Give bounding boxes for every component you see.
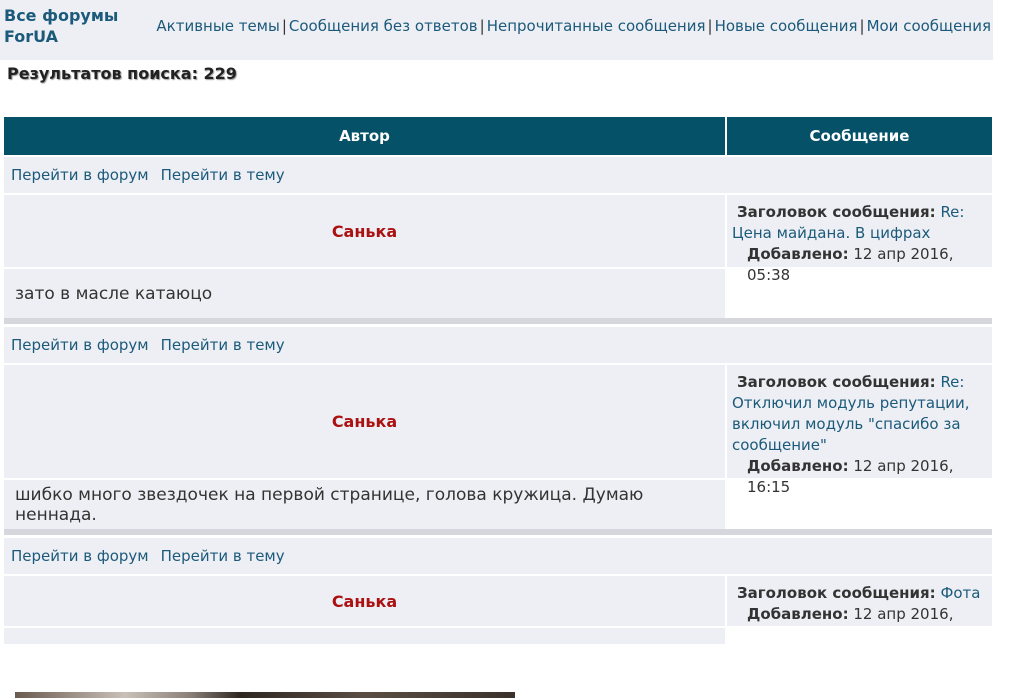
- go-to-forum-link[interactable]: Перейти в форум: [11, 166, 149, 184]
- nav-separator: |: [479, 17, 485, 35]
- post-meta-cell: Заголовок сообщения: Re: Цена майдана. В…: [727, 195, 992, 284]
- go-to-topic-link[interactable]: Перейти в тему: [161, 547, 285, 565]
- post-text: зато в масле катаюцо: [15, 283, 213, 304]
- search-result-post: Перейти в форум Перейти в тему Санька Заг…: [4, 157, 992, 324]
- go-to-topic-link[interactable]: Перейти в тему: [161, 336, 285, 354]
- nav-separator: |: [281, 17, 287, 35]
- post-date-line: Добавлено: 12 апр 2016, 16:15: [727, 456, 992, 498]
- post-body: [4, 628, 725, 698]
- column-header-author: Автор: [4, 117, 725, 155]
- added-label: Добавлено:: [747, 245, 849, 263]
- author-name[interactable]: Санька: [332, 412, 397, 431]
- post-separator: [4, 318, 992, 324]
- all-forums-link[interactable]: Все форумы ForUA: [4, 5, 144, 47]
- nav-active-topics[interactable]: Активные темы: [156, 17, 279, 35]
- post-body-side: [727, 628, 992, 644]
- subject-label: Заголовок сообщения:: [737, 373, 936, 391]
- column-header-message: Сообщение: [727, 117, 992, 155]
- author-cell: Санька: [4, 195, 725, 267]
- post-subject-link[interactable]: Фота: [940, 584, 980, 602]
- go-to-topic-link[interactable]: Перейти в тему: [161, 166, 285, 184]
- post-nav-row: Перейти в форум Перейти в тему: [4, 327, 992, 363]
- subject-label: Заголовок сообщения:: [737, 203, 936, 221]
- post-body: шибко много звездочек на первой странице…: [4, 480, 725, 529]
- nav-new-posts[interactable]: Новые сообщения: [715, 17, 858, 35]
- post-text: шибко много звездочек на первой странице…: [15, 484, 644, 525]
- post-date-line: Добавлено: 12 апр 2016, 05:38: [727, 244, 992, 286]
- added-label: Добавлено:: [747, 457, 849, 475]
- author-cell: Санька: [4, 576, 725, 626]
- nav-unanswered-posts[interactable]: Сообщения без ответов: [289, 17, 478, 35]
- added-label: Добавлено:: [747, 605, 849, 623]
- post-meta-cell: Заголовок сообщения: Re: Отключил модуль…: [727, 365, 992, 496]
- nav-unread-posts[interactable]: Непрочитанные сообщения: [487, 17, 706, 35]
- go-to-forum-link[interactable]: Перейти в форум: [11, 547, 149, 565]
- post-nav-row: Перейти в форум Перейти в тему: [4, 538, 992, 574]
- nav-my-posts[interactable]: Мои сообщения: [867, 17, 991, 35]
- post-nav-row: Перейти в форум Перейти в тему: [4, 157, 992, 193]
- author-cell: Санька: [4, 365, 725, 478]
- search-result-post: Перейти в форум Перейти в тему Санька Заг…: [4, 327, 992, 537]
- top-nav: Активные темы | Сообщения без ответов | Непр…: [156, 16, 991, 36]
- post-subject-line: Заголовок сообщения: Фота: [727, 576, 992, 604]
- top-bar: Все форумы ForUA Активные темы | Сообщения…: [0, 0, 993, 60]
- search-results-count: Результатов поиска: 229: [7, 64, 237, 83]
- author-name[interactable]: Санька: [332, 592, 397, 611]
- nav-separator: |: [707, 17, 713, 35]
- go-to-forum-link[interactable]: Перейти в форум: [11, 336, 149, 354]
- subject-label: Заголовок сообщения:: [737, 584, 936, 602]
- post-separator: [4, 529, 992, 535]
- author-name[interactable]: Санька: [332, 222, 397, 241]
- post-meta-cell: Заголовок сообщения: Фота Добавлено: 12 …: [727, 576, 992, 644]
- post-subject-line: Заголовок сообщения: Re: Отключил модуль…: [727, 365, 992, 456]
- nav-separator: |: [859, 17, 865, 35]
- search-result-post: Перейти в форум Перейти в тему Санька Заг…: [4, 538, 992, 698]
- post-subject-line: Заголовок сообщения: Re: Цена майдана. В…: [727, 195, 992, 244]
- post-body: зато в масле катаюцо: [4, 269, 725, 318]
- post-photo[interactable]: [15, 692, 515, 698]
